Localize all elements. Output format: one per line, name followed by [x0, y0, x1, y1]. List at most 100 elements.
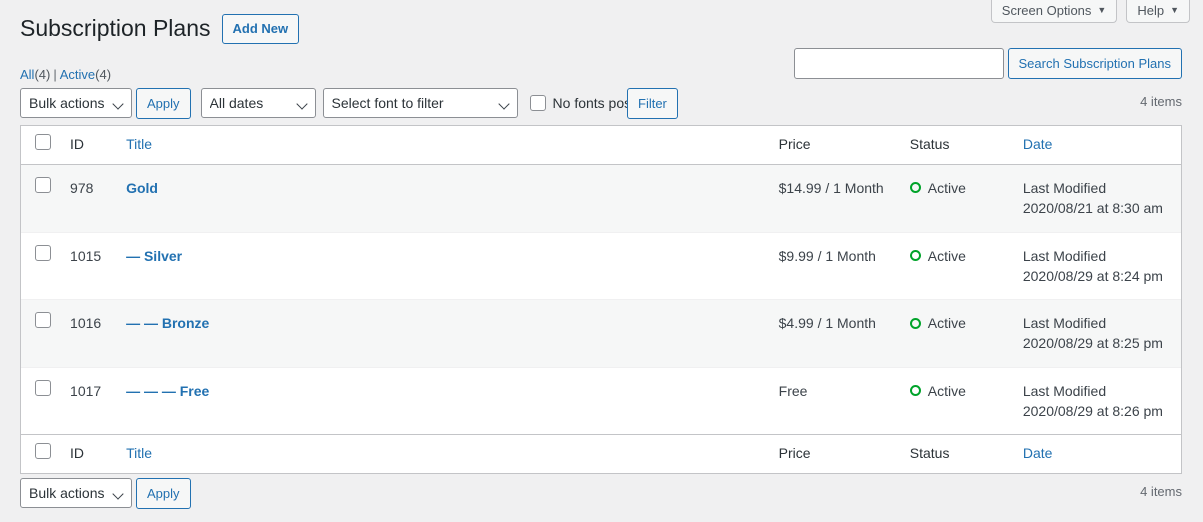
date-filter-select-wrap: All dates	[200, 88, 316, 118]
column-footer-id: ID	[60, 434, 117, 473]
column-footer-date-link[interactable]: Date	[1023, 445, 1053, 461]
row-status-cell: Active	[899, 231, 1013, 300]
column-header-id: ID	[60, 126, 117, 165]
bulk-actions-select-wrap: Bulk actions	[20, 88, 132, 118]
subscription-plans-table: ID Title Price Status Date 978 Gold $14.…	[20, 125, 1182, 474]
column-header-title-link[interactable]: Title	[126, 136, 152, 152]
search-submit-button[interactable]: Search Subscription Plans	[1007, 48, 1182, 79]
status-active-icon	[909, 385, 921, 397]
row-id: 1017	[60, 366, 117, 435]
row-title-link[interactable]: — — Bronze	[126, 315, 209, 331]
row-date-cell: Last Modified 2020/08/29 at 8:25 pm	[1012, 299, 1181, 367]
tablenav-top: Bulk actions Apply All dates Select font…	[20, 87, 642, 119]
views-separator: |	[53, 67, 57, 82]
row-title-cell: — — Bronze	[116, 299, 769, 367]
row-title-link[interactable]: — — — Free	[126, 383, 209, 399]
row-title-text: Gold	[126, 179, 158, 196]
row-status-label: Active	[927, 382, 966, 399]
row-date-label: Last Modified	[1022, 315, 1107, 332]
row-date-cell: Last Modified 2020/08/21 at 8:30 am	[1012, 164, 1181, 232]
select-all-checkbox-bottom[interactable]	[35, 443, 51, 460]
apply-bulk-action-button[interactable]: Apply	[136, 87, 191, 119]
column-header-date: Date	[1012, 126, 1181, 165]
screen-meta-links: Screen Options ▼ Help ▼	[990, 0, 1190, 23]
row-title-link[interactable]: Gold	[126, 180, 158, 196]
row-title-prefix: —	[126, 247, 144, 264]
row-price: Free	[768, 366, 900, 435]
help-button[interactable]: Help ▼	[1126, 0, 1190, 23]
screen-options-label: Screen Options	[1001, 3, 1092, 18]
no-fonts-posts-checkbox[interactable]	[529, 95, 546, 111]
view-all-link[interactable]: All	[20, 67, 34, 82]
row-checkbox[interactable]	[35, 379, 51, 396]
row-title-cell: — — — Free	[116, 366, 769, 435]
row-date-value: 2020/08/29 at 8:25 pm	[1022, 335, 1163, 352]
row-status-label: Active	[927, 179, 966, 196]
column-header-title: Title	[116, 126, 769, 165]
status-active-icon	[909, 182, 921, 194]
search-box: Search Subscription Plans	[793, 48, 1182, 79]
no-fonts-posts-filter[interactable]: No fonts posts	[529, 95, 642, 111]
filter-submit-button[interactable]: Filter	[627, 88, 678, 119]
bulk-actions-select-wrap-bottom: Bulk actions	[20, 478, 132, 508]
row-title-cell: — Silver	[116, 231, 769, 300]
row-title-link[interactable]: — Silver	[126, 248, 182, 264]
column-footer-price: Price	[768, 434, 900, 473]
date-filter-select[interactable]: All dates	[200, 88, 316, 118]
row-select-cell	[21, 299, 61, 367]
status-active-icon	[909, 317, 921, 329]
font-filter-select-wrap: Select font to filter	[322, 88, 518, 118]
row-title-cell: Gold	[116, 164, 769, 232]
row-date-label: Last Modified	[1022, 179, 1107, 196]
row-date-cell: Last Modified 2020/08/29 at 8:26 pm	[1012, 366, 1181, 435]
status-active-icon	[909, 250, 921, 262]
apply-bulk-action-button-bottom[interactable]: Apply	[136, 477, 191, 509]
column-header-date-link[interactable]: Date	[1023, 136, 1053, 152]
row-status-label: Active	[927, 315, 966, 332]
screen-options-button[interactable]: Screen Options ▼	[990, 0, 1118, 23]
row-status-cell: Active	[899, 164, 1013, 232]
row-id: 1015	[60, 231, 117, 300]
displaying-num-top: 4 items	[1140, 94, 1182, 109]
row-date-value: 2020/08/21 at 8:30 am	[1022, 199, 1163, 216]
column-footer-title-link[interactable]: Title	[126, 445, 152, 461]
table-header-row: ID Title Price Status Date	[21, 126, 1181, 165]
row-title-text: Silver	[143, 247, 183, 264]
row-title-text: Free	[179, 382, 210, 399]
table-row: 1016 — — Bronze $4.99 / 1 Month Active L…	[21, 299, 1181, 367]
row-title-prefix: — — —	[126, 382, 180, 399]
row-price: $9.99 / 1 Month	[768, 231, 900, 300]
row-price: $4.99 / 1 Month	[768, 299, 900, 367]
font-filter-select[interactable]: Select font to filter	[322, 88, 518, 118]
row-checkbox[interactable]	[35, 176, 51, 193]
column-footer-status: Status	[899, 434, 1013, 473]
views-filter-links: All(4) | Active(4)	[20, 62, 111, 88]
column-footer-date: Date	[1012, 434, 1181, 473]
chevron-down-icon: ▼	[1097, 5, 1107, 15]
view-all-count: (4)	[34, 67, 51, 82]
bulk-actions-select[interactable]: Bulk actions	[20, 88, 132, 118]
add-new-button[interactable]: Add New	[221, 14, 300, 44]
table-row: 1015 — Silver $9.99 / 1 Month Active Las…	[21, 231, 1181, 300]
row-date-value: 2020/08/29 at 8:26 pm	[1022, 403, 1163, 420]
row-status-cell: Active	[899, 299, 1013, 367]
help-label: Help	[1137, 3, 1165, 18]
table-row: 978 Gold $14.99 / 1 Month Active Last Mo…	[21, 164, 1181, 232]
row-id: 978	[60, 164, 117, 232]
row-checkbox[interactable]	[35, 312, 51, 329]
row-date-value: 2020/08/29 at 8:24 pm	[1022, 267, 1163, 284]
page-header: Subscription Plans Add New	[20, 14, 300, 44]
select-all-header	[21, 126, 61, 165]
row-date-label: Last Modified	[1022, 382, 1107, 399]
table-row: 1017 — — — Free Free Active Last Modifie…	[21, 366, 1181, 435]
view-active-link[interactable]: Active	[60, 67, 95, 82]
row-title-prefix: — —	[126, 315, 162, 332]
view-active-count: (4)	[95, 67, 112, 82]
bulk-actions-select-bottom[interactable]: Bulk actions	[20, 478, 132, 508]
select-all-checkbox-top[interactable]	[35, 134, 51, 150]
row-checkbox[interactable]	[35, 244, 51, 261]
search-input[interactable]	[793, 48, 1004, 79]
row-select-cell	[21, 366, 61, 435]
row-title-text: Bronze	[161, 315, 210, 332]
select-all-footer	[21, 434, 61, 473]
